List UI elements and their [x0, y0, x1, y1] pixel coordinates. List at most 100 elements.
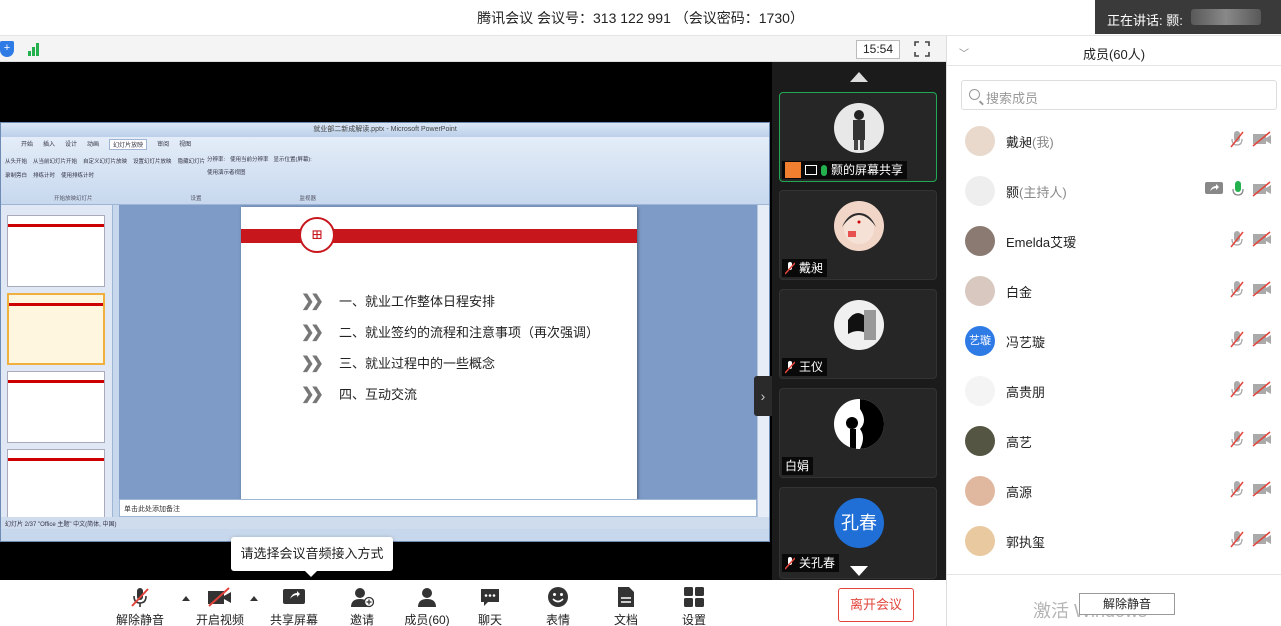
ppt-ribbon-label: 自定义幻灯片放映: [83, 159, 128, 165]
mic-active-icon: [1232, 181, 1244, 196]
members-button[interactable]: 成员(60): [397, 586, 457, 626]
camera-off-icon: [1252, 231, 1271, 247]
member-row[interactable]: 高艺: [947, 416, 1281, 466]
collapse-video-panel-button[interactable]: ›: [754, 376, 772, 416]
member-name: 高贵朋: [1006, 385, 1046, 400]
ppt-ribbon-label: 从头开始: [5, 159, 28, 165]
settings-button[interactable]: 设置: [664, 586, 724, 626]
member-row[interactable]: 高贵朋: [947, 366, 1281, 416]
network-signal-icon[interactable]: [28, 42, 42, 56]
camera-off-icon: [1252, 531, 1271, 547]
members-panel-footer: 激活 Windows 解除静音: [947, 574, 1281, 626]
member-row[interactable]: 艺璇 冯艺璇: [947, 316, 1281, 366]
leave-meeting-button[interactable]: 离开会议: [838, 588, 914, 622]
ppt-ribbon: 开始 插入 设计 动画 幻灯片放映 审阅 视图 从头开始 从当前幻灯片开始 自定…: [1, 137, 769, 205]
video-tile[interactable]: 王仪: [779, 289, 937, 379]
slide-agenda-item: ❯❯ 一、就业工作整体日程安排: [301, 291, 496, 310]
member-status-icons: [1230, 330, 1272, 348]
member-row[interactable]: Emelda艾瑷: [947, 216, 1281, 266]
toolbar-label: 共享屏幕: [269, 613, 318, 626]
avatar: [965, 276, 995, 306]
member-search-input[interactable]: 搜索成员: [961, 80, 1277, 110]
member-status-icons: [1230, 530, 1272, 548]
tile-name: 戴昶: [799, 261, 824, 275]
ppt-ribbon-label: 设置幻灯片放映: [133, 159, 172, 165]
member-name: 戴昶(我): [1006, 135, 1054, 150]
ppt-slide-canvas: ⊞ ❯❯ 一、就业工作整体日程安排 ❯❯ 二、就业签约的流程和注意事项（再次强调） …: [119, 205, 757, 507]
scroll-up-arrow-icon[interactable]: [850, 72, 868, 82]
chat-button[interactable]: 聊天: [460, 586, 520, 626]
ppt-ribbon-label: 排练计时: [33, 173, 56, 179]
window-title: 腾讯会议 会议号：313 122 991 （会议密码：1730）: [477, 10, 804, 26]
ppt-body: ⊞ ❯❯ 一、就业工作整体日程安排 ❯❯ 二、就业签约的流程和注意事项（再次强调） …: [1, 205, 769, 529]
start-video-button[interactable]: 开启视频: [190, 586, 250, 626]
camera-off-icon: [208, 587, 231, 607]
toolbar-label: 成员(60): [404, 613, 450, 626]
member-name: 高艺: [1006, 435, 1033, 450]
member-name: 白金: [1006, 285, 1033, 300]
ppt-ribbon-label: 录制旁白: [5, 173, 28, 179]
member-row[interactable]: 颢(主持人): [947, 166, 1281, 216]
camera-off-icon: [1252, 381, 1271, 397]
member-name: 郭执玺: [1006, 535, 1046, 550]
slide-agenda-item: ❯❯ 二、就业签约的流程和注意事项（再次强调）: [301, 322, 600, 341]
member-row[interactable]: 郭执玺: [947, 516, 1281, 566]
audio-access-tooltip[interactable]: 请选择会议音频接入方式: [231, 537, 393, 577]
member-status-icons: [1230, 380, 1272, 398]
document-icon: [618, 587, 634, 607]
video-tile[interactable]: 戴昶: [779, 190, 937, 280]
university-seal-icon: ⊞: [299, 217, 335, 253]
ppt-ribbon-group: 开始放映幻灯片: [53, 196, 93, 202]
avatar: 艺璇: [965, 326, 995, 356]
member-row[interactable]: 戴昶(我): [947, 116, 1281, 166]
ppt-ribbon-label: 隐藏幻灯片: [177, 159, 206, 165]
toolbar-label: 邀请: [349, 613, 374, 626]
ppt-ribbon-label: 分辨率:: [207, 157, 226, 163]
double-arrow-icon: ❯❯: [301, 384, 324, 403]
unmute-button[interactable]: 解除静音: [110, 586, 170, 626]
video-options-caret-icon[interactable]: [250, 596, 258, 601]
tile-name: 王仪: [799, 360, 824, 374]
ppt-ribbon-tabs: 开始 插入 设计 动画 幻灯片放映 审阅 视图: [21, 139, 191, 150]
documents-button[interactable]: 文档: [596, 586, 656, 626]
toolbar-label: 开启视频: [195, 613, 244, 626]
share-screen-button[interactable]: 共享屏幕: [264, 586, 324, 626]
video-tile[interactable]: 白娟: [779, 388, 937, 478]
meeting-toolbar: 解除静音 开启视频 共享屏幕 邀请 成员(60) 聊天 表情 文档 设置 离开会…: [0, 580, 946, 626]
members-panel: ﹀ 成员(60人) 搜索成员 戴昶(我) 颢(主持人) Emelda艾瑷 白金 艺璇 冯艺…: [946, 36, 1281, 626]
mic-active-icon: [821, 164, 827, 176]
ppt-scrollbar: [757, 205, 769, 517]
video-tile[interactable]: 颢的屏幕共享: [779, 92, 937, 182]
unmute-all-button[interactable]: 解除静音: [1079, 593, 1175, 615]
mic-muted-icon: [1230, 231, 1244, 248]
ppt-ribbon-label: 使用排练计时: [61, 173, 95, 179]
emoji-button[interactable]: 表情: [528, 586, 588, 626]
avatar: [965, 476, 995, 506]
member-role: (主持人): [1019, 185, 1067, 200]
camera-off-icon: [1252, 131, 1271, 147]
slide-thumbnail: [7, 371, 105, 443]
invite-button[interactable]: 邀请: [332, 586, 392, 626]
avatar: [965, 526, 995, 556]
scroll-down-arrow-icon[interactable]: [850, 566, 868, 576]
camera-off-icon: [1252, 281, 1271, 297]
slide-agenda-item: ❯❯ 三、就业过程中的一些概念: [301, 353, 496, 372]
toolbar-label: 设置: [681, 613, 706, 626]
avatar: [965, 126, 995, 156]
tile-name: 颢的屏幕共享: [831, 163, 904, 177]
audio-options-caret-icon[interactable]: [182, 596, 190, 601]
speaking-indicator: 正在讲话: 颢:: [1095, 0, 1281, 34]
member-row[interactable]: 高源: [947, 466, 1281, 516]
ppt-thumbnail-pane: [1, 205, 113, 529]
meeting-window: 腾讯会议 会议号：313 122 991 （会议密码：1730） 正在讲话: 颢…: [0, 0, 1281, 626]
add-user-icon: [351, 588, 374, 608]
member-status-icons: [1230, 480, 1272, 498]
member-row[interactable]: 白金: [947, 266, 1281, 316]
fullscreen-icon[interactable]: [914, 41, 930, 57]
avatar: [834, 300, 884, 350]
shared-powerpoint-window: 就业部二新成解读.pptx - Microsoft PowerPoint 开始 …: [0, 122, 770, 542]
avatar: [965, 426, 995, 456]
ppt-tab: 开始: [21, 142, 34, 148]
security-shield-icon[interactable]: +: [0, 41, 14, 57]
member-status-icons: [1230, 280, 1272, 298]
